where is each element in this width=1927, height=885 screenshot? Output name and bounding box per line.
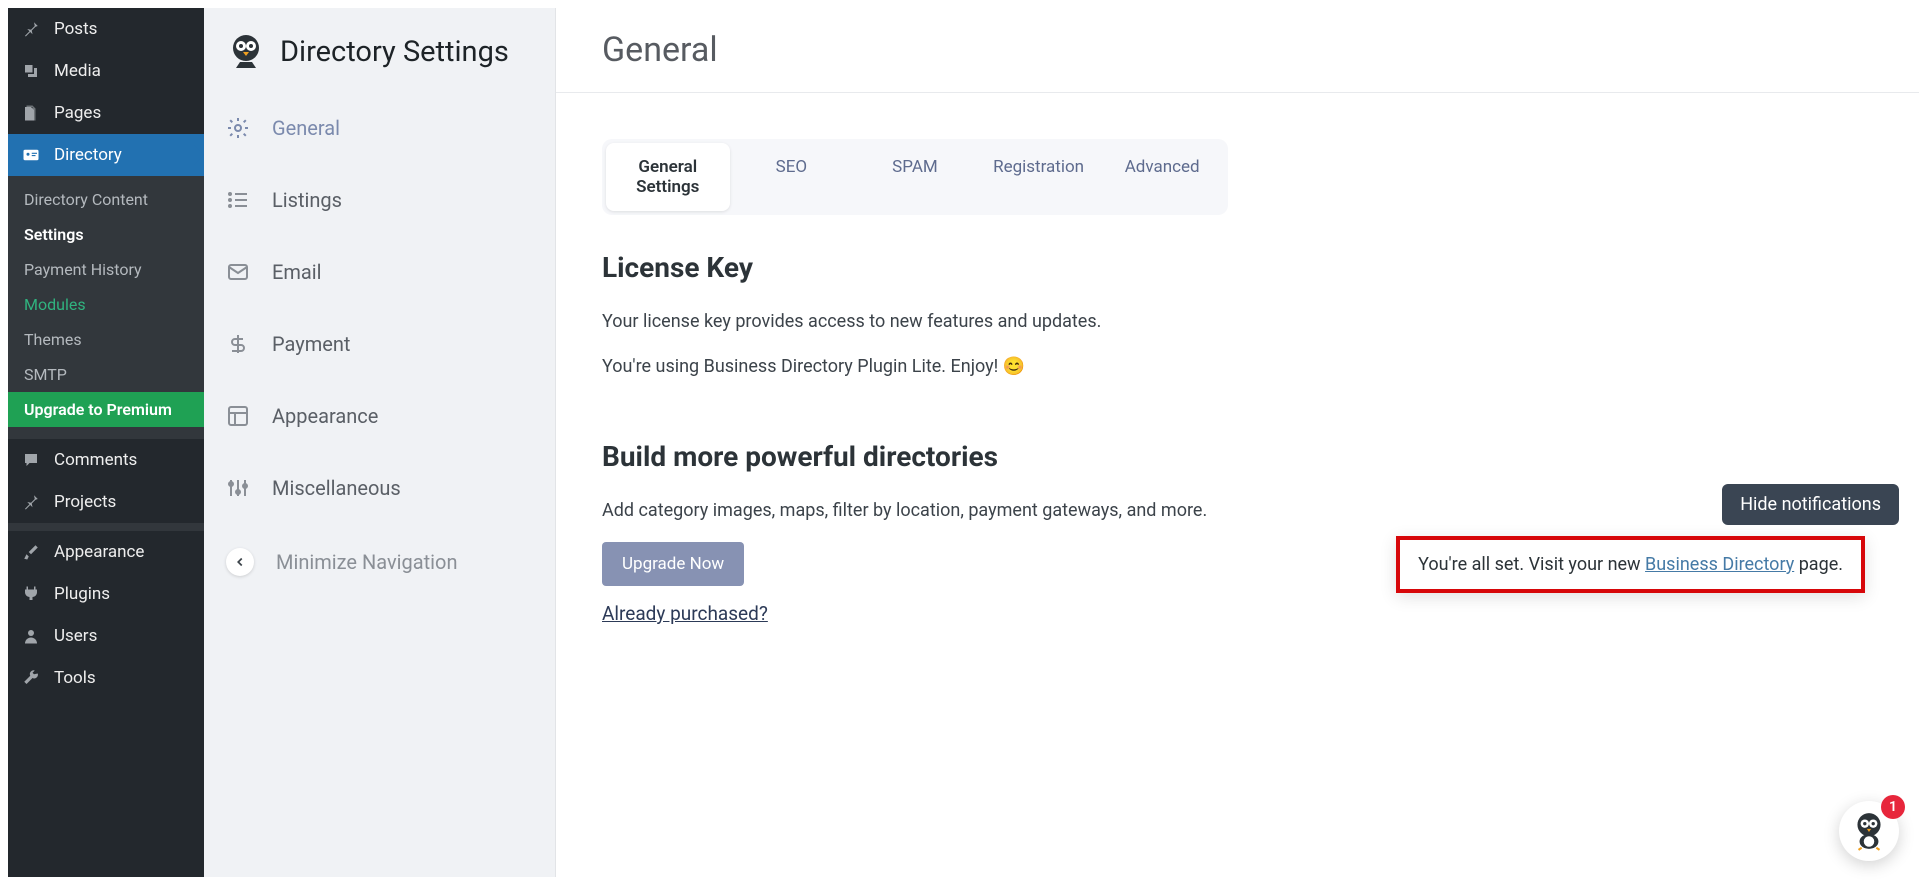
plug-icon <box>20 583 42 605</box>
sidebar-label: Directory <box>54 145 122 165</box>
tab-spam[interactable]: SPAM <box>853 143 977 211</box>
sidebar-item-plugins[interactable]: Plugins <box>8 573 204 615</box>
license-desc: Your license key provides access to new … <box>602 308 1873 335</box>
sidebar-item-directory[interactable]: Directory <box>8 134 204 176</box>
tab-advanced[interactable]: Advanced <box>1100 143 1224 211</box>
submenu-smtp[interactable]: SMTP <box>8 357 204 392</box>
sidebar-item-posts[interactable]: Posts <box>8 8 204 50</box>
dollar-icon <box>226 332 250 356</box>
submenu-payment-history[interactable]: Payment History <box>8 252 204 287</box>
wrench-icon <box>20 667 42 689</box>
chevron-left-icon <box>226 548 254 576</box>
settings-nav-payment[interactable]: Payment <box>204 308 555 380</box>
sidebar-item-projects[interactable]: Projects <box>8 481 204 523</box>
sidebar-label: Plugins <box>54 584 110 604</box>
build-heading: Build more powerful directories <box>602 440 1873 473</box>
hide-notifications-button[interactable]: Hide notifications <box>1722 484 1899 525</box>
settings-header: Directory Settings <box>204 8 555 92</box>
notification-badge: 1 <box>1881 795 1905 819</box>
settings-nav-listings[interactable]: Listings <box>204 164 555 236</box>
settings-tabs: General Settings SEO SPAM Registration A… <box>602 139 1228 215</box>
pin-icon <box>20 491 42 513</box>
gear-icon <box>226 116 250 140</box>
license-heading: License Key <box>602 251 1873 284</box>
notification-text-prefix: You're all set. Visit your new <box>1418 554 1645 575</box>
submenu-settings[interactable]: Settings <box>8 217 204 252</box>
minimize-navigation[interactable]: Minimize Navigation <box>204 524 555 600</box>
build-desc: Add category images, maps, filter by loc… <box>602 497 1873 524</box>
pages-icon <box>20 102 42 124</box>
submenu-themes[interactable]: Themes <box>8 322 204 357</box>
minimize-label: Minimize Navigation <box>276 550 457 574</box>
pin-icon <box>20 18 42 40</box>
submenu-directory-content[interactable]: Directory Content <box>8 182 204 217</box>
settings-nav-label: Miscellaneous <box>272 476 401 500</box>
sidebar-label: Appearance <box>54 542 144 562</box>
settings-nav-label: Email <box>272 260 322 284</box>
sidebar-item-comments[interactable]: Comments <box>8 439 204 481</box>
upgrade-now-button[interactable]: Upgrade Now <box>602 542 744 586</box>
page-title: General <box>556 8 1919 93</box>
settings-nav-email[interactable]: Email <box>204 236 555 308</box>
sidebar-label: Comments <box>54 450 137 470</box>
user-icon <box>20 625 42 647</box>
sidebar-item-appearance[interactable]: Appearance <box>8 531 204 573</box>
license-using: You're using Business Directory Plugin L… <box>602 353 1873 380</box>
submenu-modules[interactable]: Modules <box>8 287 204 322</box>
tab-seo[interactable]: SEO <box>730 143 854 211</box>
sidebar-item-media[interactable]: Media <box>8 50 204 92</box>
help-widget[interactable]: 1 <box>1839 801 1899 861</box>
penguin-logo-icon <box>226 32 266 72</box>
settings-nav-label: Payment <box>272 332 350 356</box>
settings-sidebar: Directory Settings General Listings Emai… <box>204 8 556 877</box>
upgrade-premium-link[interactable]: Upgrade to Premium <box>8 392 204 427</box>
settings-nav-label: Listings <box>272 188 342 212</box>
already-purchased-link[interactable]: Already purchased? <box>602 602 768 625</box>
sidebar-label: Projects <box>54 492 116 512</box>
id-card-icon <box>20 144 42 166</box>
sidebar-label: Tools <box>54 668 96 688</box>
notification-text-suffix: page. <box>1794 554 1843 575</box>
sidebar-label: Posts <box>54 19 97 39</box>
tab-registration[interactable]: Registration <box>977 143 1101 211</box>
settings-nav-label: Appearance <box>272 404 378 428</box>
comment-icon <box>20 449 42 471</box>
sidebar-label: Media <box>54 61 101 81</box>
brush-icon <box>20 541 42 563</box>
tab-general-settings[interactable]: General Settings <box>606 143 730 211</box>
sliders-icon <box>226 476 250 500</box>
settings-nav-appearance[interactable]: Appearance <box>204 380 555 452</box>
wp-admin-sidebar: Posts Media Pages Directory Directory Co… <box>8 8 204 877</box>
settings-title: Directory Settings <box>280 35 509 69</box>
notification-callout: You're all set. Visit your new Business … <box>1396 536 1865 593</box>
sidebar-item-pages[interactable]: Pages <box>8 92 204 134</box>
penguin-avatar-icon <box>1848 810 1890 852</box>
settings-nav-general[interactable]: General <box>204 92 555 164</box>
media-icon <box>20 60 42 82</box>
settings-nav-miscellaneous[interactable]: Miscellaneous <box>204 452 555 524</box>
settings-nav-label: General <box>272 116 340 140</box>
sidebar-item-users[interactable]: Users <box>8 615 204 657</box>
mail-icon <box>226 260 250 284</box>
list-icon <box>226 188 250 212</box>
sidebar-label: Users <box>54 626 97 646</box>
business-directory-link[interactable]: Business Directory <box>1645 554 1794 575</box>
main-content: General General Settings SEO SPAM Regist… <box>556 8 1919 625</box>
layout-icon <box>226 404 250 428</box>
sidebar-item-tools[interactable]: Tools <box>8 657 204 699</box>
sidebar-label: Pages <box>54 103 101 123</box>
